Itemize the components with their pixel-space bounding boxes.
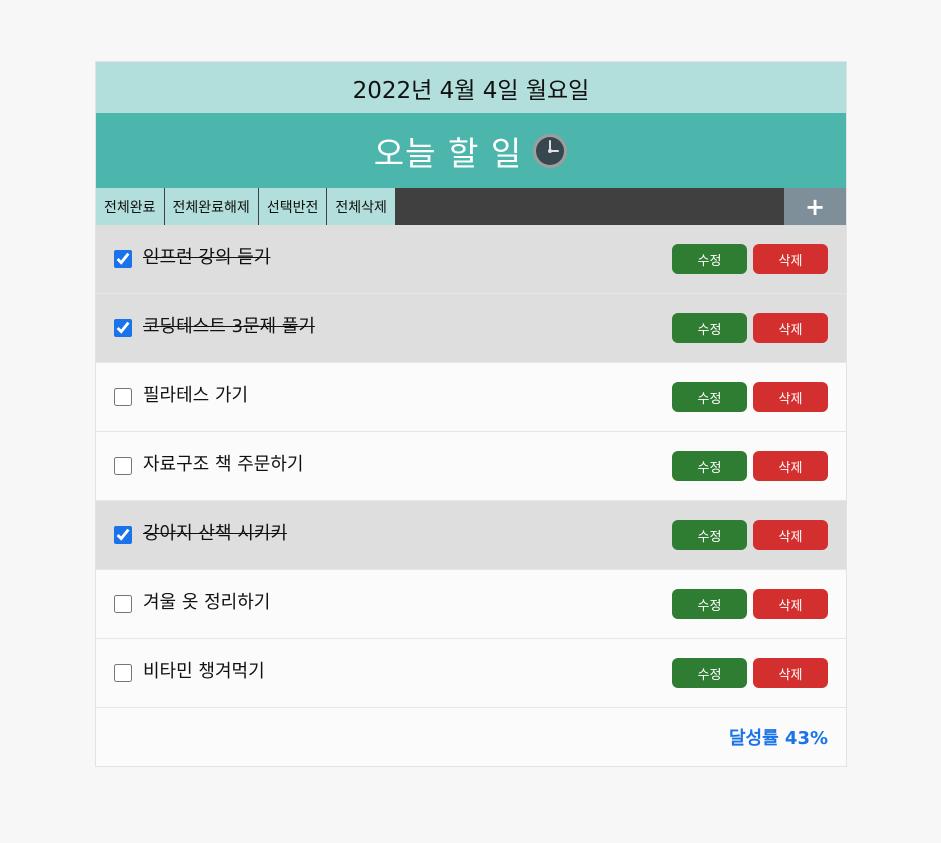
- todo-list: 인프런 강의 듣기 수정 삭제 코딩테스트 3문제 풀기 수정 삭제 필라테스 가기 수정 삭제…: [96, 225, 846, 708]
- date-bar: 2022년 4월 4일 월요일: [96, 62, 846, 113]
- delete-button[interactable]: 삭제: [753, 589, 828, 619]
- todo-app: 2022년 4월 4일 월요일 오늘 할 일 전체완료 전체완료해제 선택반전 …: [95, 61, 847, 767]
- edit-button[interactable]: 수정: [672, 658, 747, 688]
- uncomplete-all-button[interactable]: 전체완료해제: [164, 188, 259, 225]
- edit-button[interactable]: 수정: [672, 520, 747, 550]
- todo-item: 필라테스 가기 수정 삭제: [96, 363, 846, 432]
- todo-checkbox[interactable]: [114, 664, 132, 682]
- add-button[interactable]: +: [784, 188, 846, 225]
- todo-text: 필라테스 가기: [143, 385, 249, 406]
- todo-item: 강아지 산책 시키키 수정 삭제: [96, 501, 846, 570]
- delete-button[interactable]: 삭제: [753, 244, 828, 274]
- todo-item: 코딩테스트 3문제 풀기 수정 삭제: [96, 294, 846, 363]
- todo-item: 겨울 옷 정리하기 수정 삭제: [96, 570, 846, 639]
- edit-button[interactable]: 수정: [672, 382, 747, 412]
- todo-text: 인프런 강의 듣기: [143, 247, 271, 268]
- todo-checkbox[interactable]: [114, 595, 132, 613]
- title-bar: 오늘 할 일: [96, 113, 846, 188]
- todo-checkbox[interactable]: [114, 319, 132, 337]
- delete-button[interactable]: 삭제: [753, 313, 828, 343]
- delete-button[interactable]: 삭제: [753, 658, 828, 688]
- achievement-rate: 달성률 43%: [728, 728, 828, 749]
- edit-button[interactable]: 수정: [672, 451, 747, 481]
- todo-text: 강아지 산책 시키키: [143, 523, 287, 544]
- date-text: 2022년 4월 4일 월요일: [352, 77, 590, 104]
- todo-checkbox[interactable]: [114, 250, 132, 268]
- delete-button[interactable]: 삭제: [753, 520, 828, 550]
- todo-item: 자료구조 책 주문하기 수정 삭제: [96, 432, 846, 501]
- toolbar: 전체완료 전체완료해제 선택반전 전체삭제 +: [96, 188, 846, 225]
- todo-text: 겨울 옷 정리하기: [143, 592, 271, 613]
- todo-text: 코딩테스트 3문제 풀기: [143, 316, 315, 337]
- complete-all-button[interactable]: 전체완료: [96, 188, 165, 225]
- delete-button[interactable]: 삭제: [753, 451, 828, 481]
- invert-selection-button[interactable]: 선택반전: [258, 188, 328, 225]
- todo-checkbox[interactable]: [114, 457, 132, 475]
- delete-button[interactable]: 삭제: [753, 382, 828, 412]
- todo-item: 비타민 챙겨먹기 수정 삭제: [96, 639, 846, 708]
- todo-text: 자료구조 책 주문하기: [143, 454, 304, 475]
- todo-text: 비타민 챙겨먹기: [143, 661, 265, 682]
- edit-button[interactable]: 수정: [672, 244, 747, 274]
- todo-checkbox[interactable]: [114, 388, 132, 406]
- delete-all-button[interactable]: 전체삭제: [327, 188, 396, 225]
- page-title: 오늘 할 일: [373, 133, 523, 173]
- todo-item: 인프런 강의 듣기 수정 삭제: [96, 225, 846, 294]
- clock-icon: [532, 133, 568, 169]
- footer: 달성률 43%: [96, 708, 846, 766]
- edit-button[interactable]: 수정: [672, 589, 747, 619]
- todo-checkbox[interactable]: [114, 526, 132, 544]
- edit-button[interactable]: 수정: [672, 313, 747, 343]
